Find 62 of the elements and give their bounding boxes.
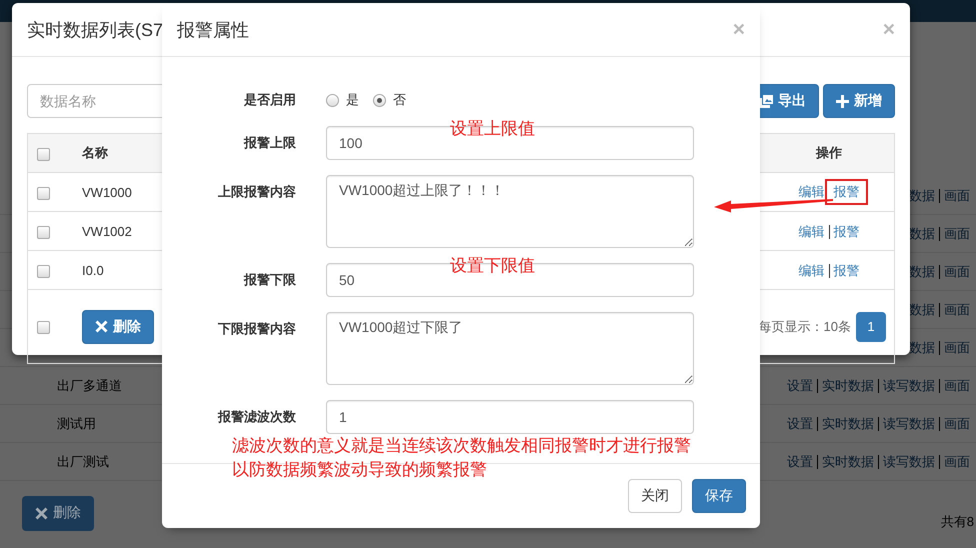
- field-label: 下限报警内容: [217, 320, 296, 338]
- action-link[interactable]: 画面: [939, 302, 974, 316]
- delete-button[interactable]: 删除: [82, 310, 154, 344]
- action-link[interactable]: 报警: [828, 264, 864, 278]
- cross-icon: [35, 506, 48, 520]
- annotation-text: 滤波次数的意义就是当连续该次数触发相同报警时才进行报警 以防数据频繁波动导致的频繁报警: [232, 435, 691, 481]
- action-link[interactable]: 画面: [939, 188, 974, 202]
- field-label: 报警上限: [242, 134, 296, 152]
- column-header: 名称: [82, 144, 108, 162]
- dialog-title: 实时数据列表(S7: [27, 18, 164, 42]
- action-link[interactable]: 实时数据: [817, 378, 878, 392]
- action-link[interactable]: 读写数据: [878, 378, 939, 392]
- action-link[interactable]: 画面: [939, 340, 974, 354]
- table-cell: VW1002: [82, 224, 132, 238]
- action-link[interactable]: 实时数据: [817, 454, 878, 468]
- radio-option[interactable]: 是: [326, 91, 359, 109]
- field-label: 报警滤波次数: [216, 408, 296, 426]
- action-link[interactable]: 设置: [783, 454, 817, 468]
- checkbox[interactable]: [37, 226, 50, 239]
- plus-icon: [836, 94, 849, 108]
- text-area[interactable]: VW1000超过下限了: [326, 312, 694, 385]
- dialog-title: 报警属性: [177, 18, 249, 42]
- table-cell: I0.0: [82, 262, 104, 278]
- input-field[interactable]: 1: [326, 400, 694, 434]
- close-button[interactable]: ×: [882, 18, 895, 42]
- action-link[interactable]: 编辑: [794, 224, 828, 238]
- page-size-text: 每页显示：10条: [758, 318, 851, 336]
- close-button[interactable]: ×: [732, 18, 745, 42]
- checkbox[interactable]: [37, 186, 50, 200]
- action-link[interactable]: 读写数据: [878, 454, 939, 468]
- column-header: 操作: [816, 145, 842, 160]
- action-link[interactable]: 设置: [783, 416, 817, 430]
- action-link[interactable]: 画面: [939, 416, 974, 430]
- action-link[interactable]: 画面: [939, 226, 974, 240]
- checkbox[interactable]: [37, 148, 50, 161]
- table-cell: VW1000: [82, 184, 132, 200]
- save-button[interactable]: 保存: [692, 479, 746, 513]
- radio-option[interactable]: 否: [373, 91, 406, 109]
- delete-button[interactable]: 删除: [22, 496, 94, 530]
- action-link[interactable]: 设置: [783, 378, 817, 392]
- field-label: 报警下限: [242, 271, 296, 289]
- action-link[interactable]: 编辑: [794, 264, 828, 278]
- action-link[interactable]: 画面: [939, 454, 974, 468]
- table-cell: 出厂测试: [57, 452, 109, 470]
- text-area[interactable]: VW1000超过上限了！！！: [326, 175, 694, 248]
- field-label: 是否启用: [243, 91, 296, 109]
- page-button[interactable]: 1: [856, 312, 886, 342]
- checkbox[interactable]: [37, 264, 50, 278]
- total-count-text: 共有8: [940, 513, 974, 531]
- action-link[interactable]: 读写数据: [878, 416, 939, 430]
- checkbox[interactable]: [37, 321, 50, 334]
- close-button[interactable]: 关闭: [628, 479, 682, 513]
- field-label: 上限报警内容: [217, 183, 296, 201]
- action-link[interactable]: 画面: [939, 264, 974, 278]
- add-button[interactable]: 新增: [823, 84, 895, 118]
- action-link[interactable]: 画面: [939, 378, 974, 392]
- table-cell: 出厂多通道: [57, 376, 122, 394]
- action-link[interactable]: 实时数据: [817, 416, 878, 430]
- action-link[interactable]: 编辑: [794, 185, 828, 199]
- table-cell: 测试用: [57, 414, 96, 432]
- cross-icon: [95, 320, 108, 333]
- action-link[interactable]: 报警: [828, 224, 864, 238]
